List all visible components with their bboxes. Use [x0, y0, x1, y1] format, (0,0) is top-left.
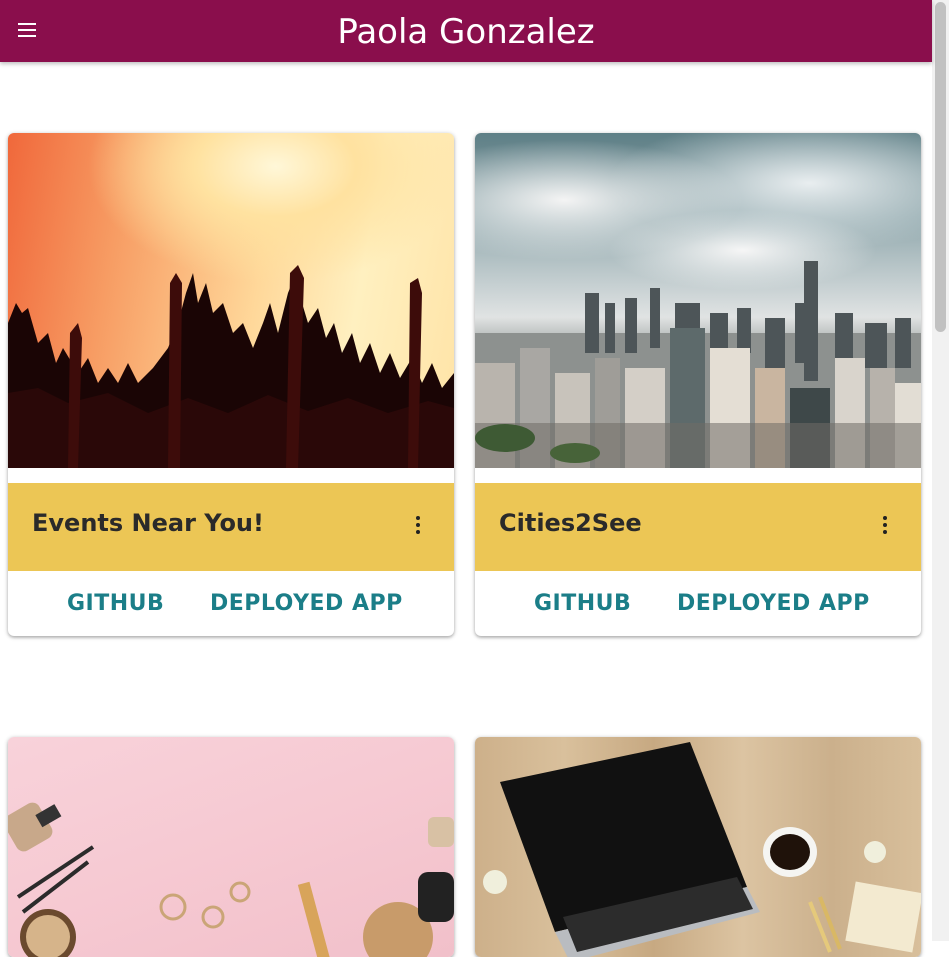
card-actions: GITHUB DEPLOYED APP: [475, 571, 921, 636]
deployed-app-link[interactable]: DEPLOYED APP: [210, 591, 403, 616]
project-card-salon: [8, 737, 454, 957]
github-link[interactable]: GITHUB: [534, 591, 631, 616]
more-vert-icon[interactable]: [875, 515, 895, 535]
github-link[interactable]: GITHUB: [67, 591, 164, 616]
city-skyline-image: [475, 133, 921, 468]
card-header: Events Near You!: [8, 483, 454, 571]
concert-crowd-image: [8, 133, 454, 468]
project-card-events: Events Near You! GITHUB DEPLOYED APP: [8, 133, 454, 636]
card-header: Cities2See: [475, 483, 921, 571]
scrollbar[interactable]: [932, 0, 949, 941]
scrollbar-thumb[interactable]: [935, 2, 946, 332]
page-title: Paola Gonzalez: [337, 12, 595, 52]
card-actions: GITHUB DEPLOYED APP: [8, 571, 454, 636]
card-title: Cities2See: [499, 509, 642, 537]
app-bar: Paola Gonzalez: [0, 0, 932, 62]
deployed-app-link[interactable]: DEPLOYED APP: [677, 591, 870, 616]
project-card-cities: Cities2See GITHUB DEPLOYED APP: [475, 133, 921, 636]
more-vert-icon[interactable]: [408, 515, 428, 535]
project-card-desk: [475, 737, 921, 957]
card-title: Events Near You!: [32, 509, 264, 537]
salon-tools-image: [8, 737, 454, 957]
laptop-desk-image: [475, 737, 921, 957]
